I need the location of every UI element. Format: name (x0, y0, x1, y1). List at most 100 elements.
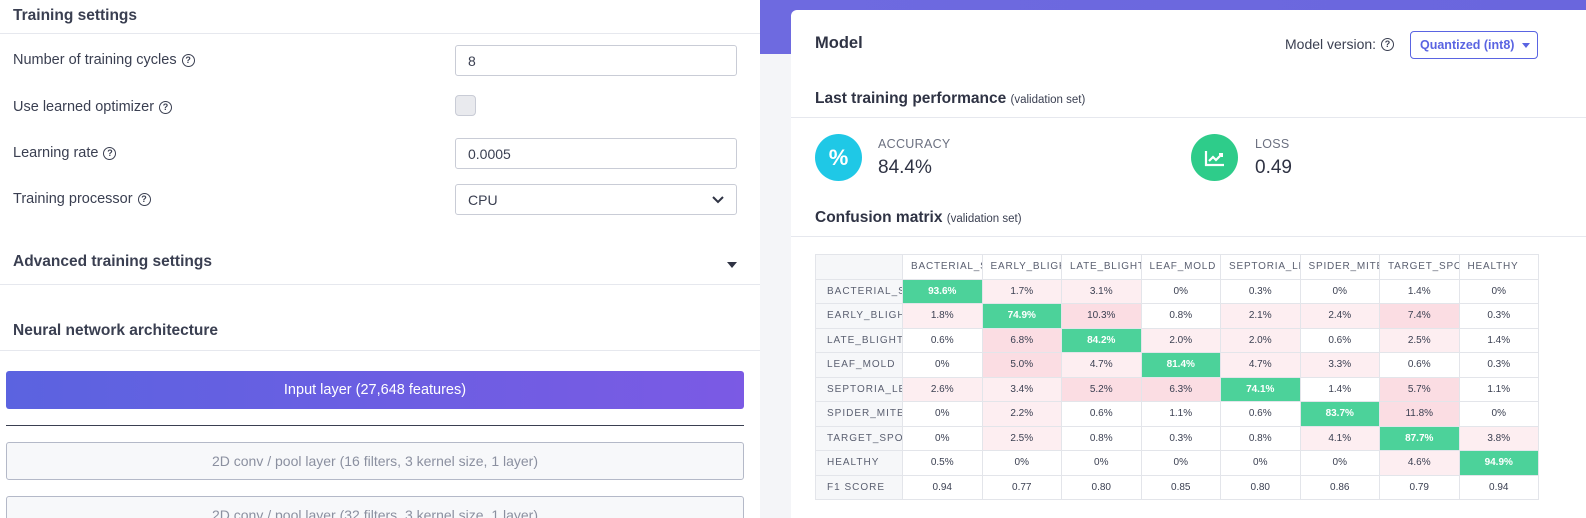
matrix-cell: 2.0% (1140, 327, 1221, 353)
matrix-cell: 0% (902, 352, 983, 378)
help-icon[interactable]: ? (181, 53, 195, 67)
matrix-cell: 81.4% (1140, 352, 1221, 378)
perf-title-text: Last training performance (815, 90, 1007, 107)
model-title: Model (815, 34, 863, 52)
accuracy-value: 84.4% (878, 157, 932, 178)
matrix-cell: 4.1% (1299, 425, 1380, 451)
training-processor-select[interactable]: CPU (455, 184, 737, 215)
matrix-cell: 84.2% (1061, 327, 1142, 353)
training-cycles-input[interactable]: 8 (455, 45, 737, 76)
matrix-row-header: BACTERIAL_S (815, 278, 903, 304)
perf-subtitle: (validation set) (1010, 94, 1086, 106)
matrix-cell: 10.3% (1061, 303, 1142, 329)
matrix-cell: 83.7% (1299, 401, 1380, 427)
matrix-cell: 0.6% (1061, 401, 1142, 427)
model-version-label-row: Model version: ? (1285, 36, 1395, 52)
conv-layer-button-2[interactable]: 2D conv / pool layer (32 filters, 3 kern… (6, 496, 744, 518)
matrix-cell: 0.6% (1379, 352, 1460, 378)
accuracy-label: ACCURACY (878, 137, 951, 151)
matrix-row: SEPTORIA_LE 2.6% 3.4% 5.2% 6.3% 74.1% 1.4% 5.7%… (815, 376, 1539, 402)
matrix-row-header: EARLY_BLIGH (815, 303, 903, 329)
matrix-cell: 2.6% (902, 376, 983, 402)
matrix-cell: 7.4% (1379, 303, 1460, 329)
matrix-cell: 0% (1220, 450, 1301, 476)
matrix-row: HEALTHY 0.5% 0% 0% 0% 0% 0% 4.6% 94.9% (815, 450, 1539, 476)
model-version-label: Model version: (1285, 36, 1377, 52)
cm-subtitle: (validation set) (946, 213, 1022, 225)
matrix-row: BACTERIAL_S 93.6% 1.7% 3.1% 0% 0.3% 0% 1.4% 0% (815, 278, 1539, 304)
matrix-cell: 0.6% (1220, 401, 1301, 427)
matrix-cell: 0% (902, 425, 983, 451)
help-icon[interactable]: ? (137, 192, 151, 206)
matrix-cell: 0% (1140, 450, 1221, 476)
matrix-cell: 1.7% (981, 278, 1062, 304)
matrix-cell: 0% (902, 401, 983, 427)
matrix-row-header: SEPTORIA_LE (815, 376, 903, 402)
learning-rate-input[interactable]: 0.0005 (455, 138, 737, 169)
matrix-cell: 0.85 (1140, 474, 1221, 500)
optimizer-label-row: Use learned optimizer ? (13, 99, 173, 115)
cycles-label: Number of training cycles (13, 52, 177, 68)
matrix-cell: 0% (981, 450, 1062, 476)
help-icon[interactable]: ? (1381, 37, 1395, 51)
processor-label-row: Training processor ? (13, 191, 151, 207)
matrix-cell: 0.86 (1299, 474, 1380, 500)
conv-layer-button[interactable]: 2D conv / pool layer (16 filters, 3 kern… (6, 442, 744, 480)
matrix-cell: 87.7% (1379, 425, 1460, 451)
matrix-cell: 0.94 (902, 474, 983, 500)
matrix-column-header: BACTERIAL_S (902, 254, 983, 280)
matrix-cell: 5.2% (1061, 376, 1142, 402)
f1-score-row: F1 SCORE 0.94 0.77 0.80 0.85 0.80 0.86 0.79 0.94 (815, 474, 1539, 500)
cm-title-text: Confusion matrix (815, 209, 943, 226)
matrix-row-header: TARGET_SPOT (815, 425, 903, 451)
matrix-row-header: LEAF_MOLD (815, 352, 903, 378)
cm-title: Confusion matrix (validation set) (815, 209, 1022, 227)
percent-icon: % (815, 134, 862, 181)
matrix-row: SPIDER_MITE 0% 2.2% 0.6% 1.1% 0.6% 83.7% 11.8% 0… (815, 401, 1539, 427)
help-icon[interactable]: ? (103, 146, 117, 160)
matrix-row: TARGET_SPOT 0% 2.5% 0.8% 0.3% 0.8% 4.1% 87.7% 3.… (815, 425, 1539, 451)
matrix-row-header: SPIDER_MITE (815, 401, 903, 427)
matrix-cell: 0.77 (981, 474, 1062, 500)
chevron-down-icon (712, 195, 724, 203)
matrix-cell: 0.8% (1140, 303, 1221, 329)
matrix-cell: 0.80 (1220, 474, 1301, 500)
matrix-cell: 0.3% (1458, 303, 1539, 329)
input-layer-button[interactable]: Input layer (27,648 features) (6, 371, 744, 409)
matrix-cell: 0% (1299, 278, 1380, 304)
matrix-cell: 4.7% (1061, 352, 1142, 378)
matrix-cell: 0% (1299, 450, 1380, 476)
learned-optimizer-checkbox[interactable] (455, 95, 476, 116)
model-card: Model Model version: ? Quantized (int8) … (791, 10, 1586, 518)
matrix-row: LATE_BLIGHT 0.6% 6.8% 84.2% 2.0% 2.0% 0.6% 2.5%… (815, 327, 1539, 353)
matrix-cell: 2.5% (1379, 327, 1460, 353)
matrix-column-header: SPIDER_MITE (1299, 254, 1380, 280)
optimizer-label: Use learned optimizer (13, 99, 155, 115)
model-version-select[interactable]: Quantized (int8) (1410, 31, 1538, 59)
matrix-cell: 0.94 (1458, 474, 1539, 500)
layer-divider (6, 425, 744, 426)
caret-down-icon (1522, 42, 1531, 48)
perf-title: Last training performance (validation se… (815, 90, 1085, 108)
matrix-column-header: SEPTORIA_LE (1220, 254, 1301, 280)
matrix-cell: 3.4% (981, 376, 1062, 402)
matrix-cell: 3.8% (1458, 425, 1539, 451)
matrix-cell: 2.0% (1220, 327, 1301, 353)
training-settings-header: Training settings (0, 0, 760, 34)
matrix-cell: 74.9% (981, 303, 1062, 329)
matrix-cell: 74.1% (1220, 376, 1301, 402)
learning-rate-label: Learning rate (13, 145, 99, 161)
matrix-cell: 2.4% (1299, 303, 1380, 329)
help-icon[interactable]: ? (159, 100, 173, 114)
matrix-cell: 94.9% (1458, 450, 1539, 476)
matrix-cell: 0.5% (902, 450, 983, 476)
matrix-row-header: F1 SCORE (815, 474, 903, 500)
advanced-settings-toggle[interactable]: Advanced training settings (0, 240, 760, 285)
matrix-row: LEAF_MOLD 0% 5.0% 4.7% 81.4% 4.7% 3.3% 0.6% 0.3% (815, 352, 1539, 378)
loss-value: 0.49 (1255, 157, 1292, 178)
matrix-cell: 2.2% (981, 401, 1062, 427)
matrix-cell: 2.5% (981, 425, 1062, 451)
matrix-cell: 0.6% (902, 327, 983, 353)
matrix-cell: 0.8% (1061, 425, 1142, 451)
model-version-value: Quantized (int8) (1420, 38, 1515, 52)
